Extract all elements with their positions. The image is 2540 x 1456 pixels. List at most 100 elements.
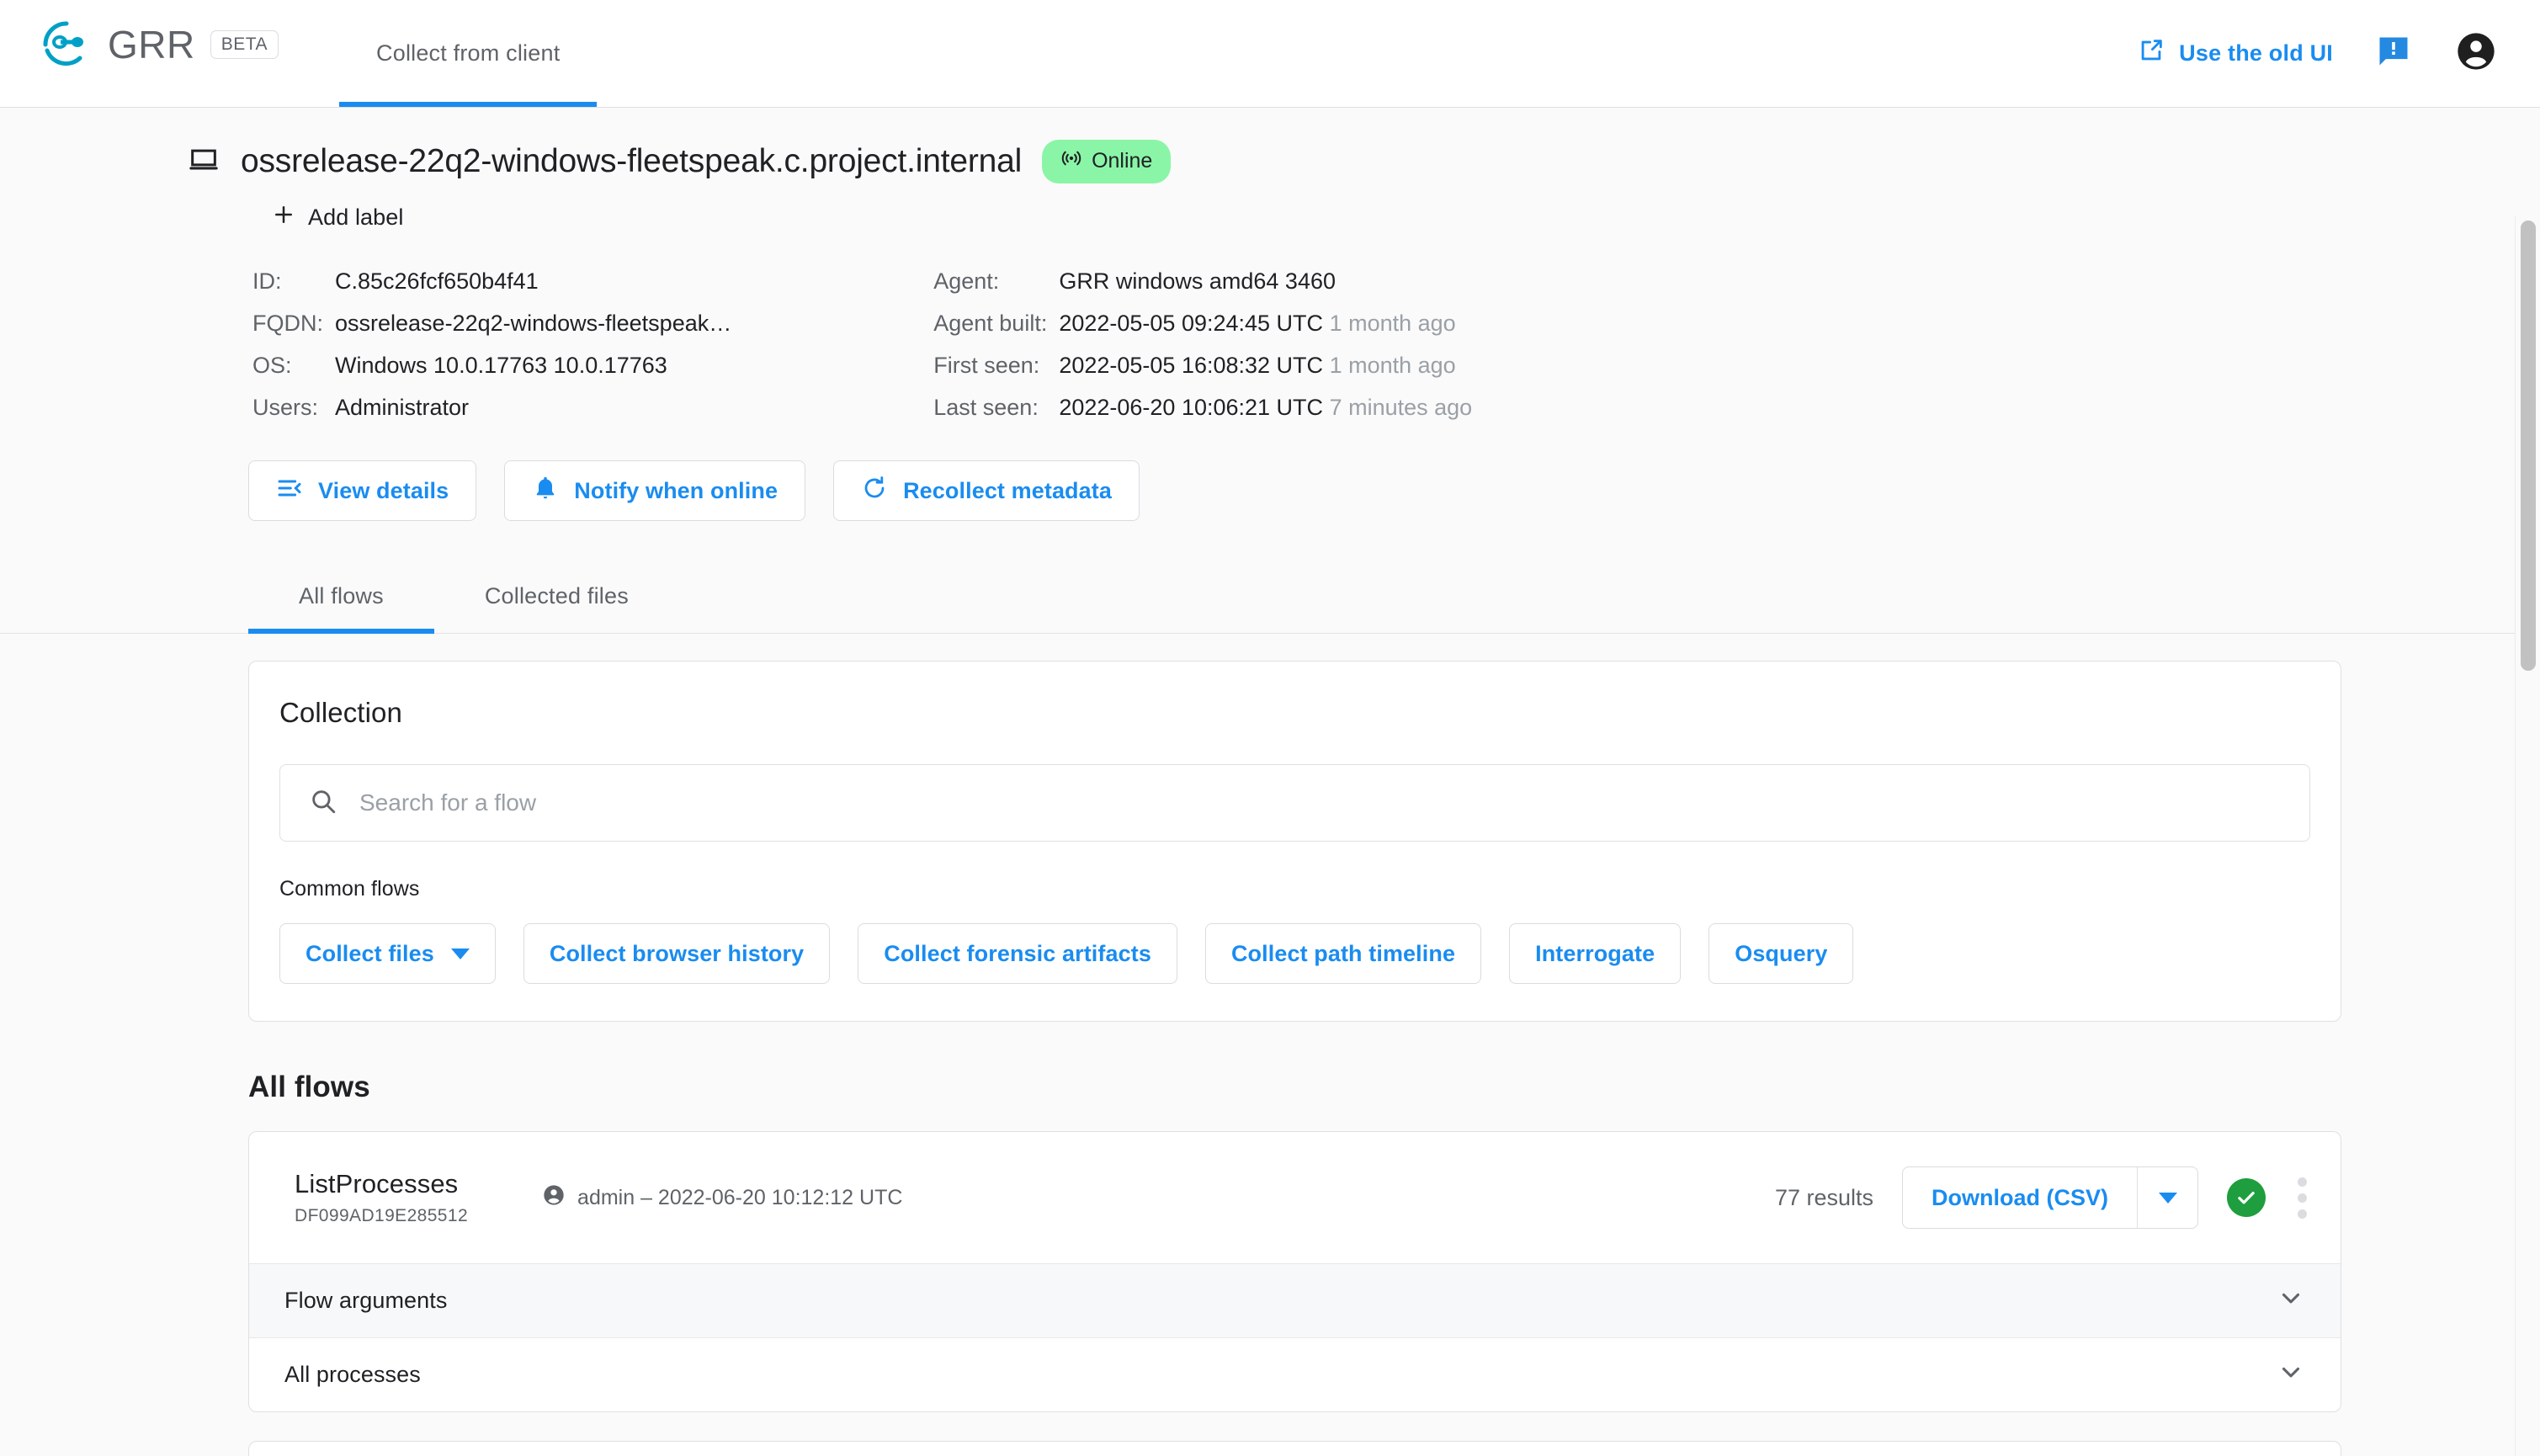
flow-section-all-processes[interactable]: All processes xyxy=(249,1337,2341,1411)
flow-more-options-button[interactable] xyxy=(2294,1174,2310,1222)
client-action-buttons: View details Notify when online Recollec… xyxy=(0,428,2540,521)
use-old-ui-label: Use the old UI xyxy=(2179,40,2333,66)
brand-area: GRR BETA xyxy=(0,0,279,71)
download-split-button: Download (CSV) xyxy=(1902,1166,2198,1229)
main-content: Collection Common flows Collect files xyxy=(0,661,2540,1456)
flow-card-actions: 77 results Download (CSV) xyxy=(1775,1166,2310,1229)
page-scrollbar[interactable] xyxy=(2515,215,2540,1456)
flow-identity: ListProcesses DF099AD19E285512 xyxy=(295,1169,468,1226)
client-metadata-right: Agent: GRR windows amd64 3460 Agent buil… xyxy=(933,260,1472,428)
tab-collected-files-label: Collected files xyxy=(484,583,629,608)
speech-bubble-alert-icon xyxy=(2375,33,2412,74)
tab-collected-files[interactable]: Collected files xyxy=(434,561,679,633)
meta-value-agent-built: 2022-05-05 09:24:45 UTC 1 month ago xyxy=(1059,311,1456,336)
refresh-icon xyxy=(861,475,888,507)
flow-search-box[interactable] xyxy=(279,764,2310,842)
flow-card-header: ListProcesses DF099AD19E285512 admin – 2… xyxy=(249,1132,2341,1263)
recollect-metadata-label: Recollect metadata xyxy=(903,477,1112,503)
client-hostname: ossrelease-22q2-windows-fleetspeak.c.pro… xyxy=(241,143,1023,179)
all-flows-heading: All flows xyxy=(248,1071,370,1103)
tab-all-flows[interactable]: All flows xyxy=(248,561,434,634)
meta-key-os: OS: xyxy=(252,353,292,378)
chip-collect-browser-history-label: Collect browser history xyxy=(549,940,805,966)
search-input[interactable] xyxy=(359,789,2281,816)
chip-osquery[interactable]: Osquery xyxy=(1708,923,1854,984)
chip-collect-path-timeline-label: Collect path timeline xyxy=(1230,940,1456,966)
flow-name: ListProcesses xyxy=(295,1169,459,1198)
more-vert-icon xyxy=(2298,1177,2307,1187)
flow-card: ListProcesses DF099AD19E285512 admin – 2… xyxy=(248,1131,2341,1412)
more-vert-icon xyxy=(2298,1193,2307,1203)
flow-arguments-label: Flow arguments xyxy=(284,1288,448,1313)
account-icon xyxy=(542,1183,566,1213)
view-details-button[interactable]: View details xyxy=(248,460,477,521)
more-vert-icon xyxy=(2298,1209,2307,1219)
chevron-down-icon xyxy=(2277,1283,2305,1318)
meta-value-os: Windows 10.0.17763 10.0.17763 xyxy=(335,353,667,378)
chip-osquery-label: Osquery xyxy=(1735,940,1828,966)
nav-tab-collect-from-client[interactable]: Collect from client xyxy=(339,0,598,107)
all-processes-label: All processes xyxy=(284,1362,421,1387)
flow-id: DF099AD19E285512 xyxy=(295,1206,469,1225)
chevron-down-icon xyxy=(2158,1192,2177,1204)
collection-title: Collection xyxy=(279,697,402,728)
online-signal-icon xyxy=(1060,147,1082,175)
common-flows-label: Common flows xyxy=(279,877,420,901)
notifications-button[interactable] xyxy=(2375,33,2412,74)
top-bar-actions: Use the old UI xyxy=(2137,0,2540,106)
meta-relative-last-seen: 7 minutes ago xyxy=(1329,395,1473,420)
search-icon xyxy=(309,787,337,820)
chip-interrogate[interactable]: Interrogate xyxy=(1509,923,1682,984)
meta-key-agent-built: Agent built: xyxy=(933,311,1048,336)
flow-status-success-icon xyxy=(2227,1178,2266,1217)
meta-key-id: ID: xyxy=(252,268,282,294)
use-old-ui-link[interactable]: Use the old UI xyxy=(2137,36,2333,71)
download-csv-button[interactable]: Download (CSV) xyxy=(1903,1167,2137,1228)
open-in-new-icon xyxy=(2137,36,2165,71)
meta-value-users: Administrator xyxy=(335,395,470,420)
status-badge: Online xyxy=(1042,140,1172,183)
flow-byline: admin – 2022-06-20 10:12:12 UTC xyxy=(542,1183,902,1213)
status-badge-label: Online xyxy=(1092,149,1153,173)
meta-value-id: C.85c26fcf650b4f41 xyxy=(335,268,539,294)
page-scroll-area: ossrelease-22q2-windows-fleetspeak.c.pro… xyxy=(0,108,2540,1456)
meta-value-first-seen: 2022-05-05 16:08:32 UTC 1 month ago xyxy=(1059,353,1456,378)
chevron-down-icon xyxy=(2277,1358,2305,1392)
add-label-text: Add label xyxy=(308,205,404,230)
client-title-row: ossrelease-22q2-windows-fleetspeak.c.pro… xyxy=(0,108,2540,183)
meta-key-agent: Agent: xyxy=(933,268,1000,294)
download-format-dropdown-button[interactable] xyxy=(2137,1167,2197,1228)
client-metadata-grid: ID: C.85c26fcf650b4f41 FQDN: ossrelease-… xyxy=(0,233,2540,428)
account-circle-icon xyxy=(2454,29,2498,77)
user-account-button[interactable] xyxy=(2454,29,2498,77)
chevron-down-icon xyxy=(450,948,470,959)
chip-collect-browser-history[interactable]: Collect browser history xyxy=(523,923,831,984)
meta-relative-agent-built: 1 month ago xyxy=(1329,311,1456,336)
meta-value-agent: GRR windows amd64 3460 xyxy=(1059,268,1336,294)
collection-card: Collection Common flows Collect files xyxy=(248,661,2341,1022)
primary-nav-tabs: Collect from client xyxy=(339,0,598,107)
top-app-bar: GRR BETA Collect from client Use the old… xyxy=(0,0,2540,108)
flow-section-flow-arguments[interactable]: Flow arguments xyxy=(249,1263,2341,1337)
notify-when-online-button[interactable]: Notify when online xyxy=(504,460,806,521)
laptop-icon xyxy=(187,143,221,181)
view-details-label: View details xyxy=(318,477,449,503)
common-flows-chip-row: Collect files Collect browser history Co… xyxy=(279,923,2310,984)
scrollbar-thumb[interactable] xyxy=(2521,221,2536,671)
recollect-metadata-button[interactable]: Recollect metadata xyxy=(833,460,1140,521)
meta-key-first-seen: First seen: xyxy=(933,353,1040,378)
chip-collect-files[interactable]: Collect files xyxy=(279,923,496,984)
tab-all-flows-label: All flows xyxy=(299,583,384,608)
meta-value-last-seen: 2022-06-20 10:06:21 UTC 7 minutes ago xyxy=(1059,395,1473,420)
chip-interrogate-label: Interrogate xyxy=(1535,940,1655,966)
meta-value-fqdn: ossrelease-22q2-windows-fleetspeak… xyxy=(335,311,732,336)
add-label-button[interactable]: Add label xyxy=(271,202,404,233)
grr-logo-icon xyxy=(40,19,93,71)
download-csv-label: Download (CSV) xyxy=(1932,1184,2108,1210)
add-label-row: Add label xyxy=(0,183,2540,233)
nav-tab-label: Collect from client xyxy=(376,40,561,66)
flow-card-next-partial xyxy=(248,1441,2341,1456)
chip-collect-forensic-artifacts[interactable]: Collect forensic artifacts xyxy=(858,923,1177,984)
chip-collect-path-timeline[interactable]: Collect path timeline xyxy=(1204,923,1482,984)
plus-icon xyxy=(271,202,296,233)
